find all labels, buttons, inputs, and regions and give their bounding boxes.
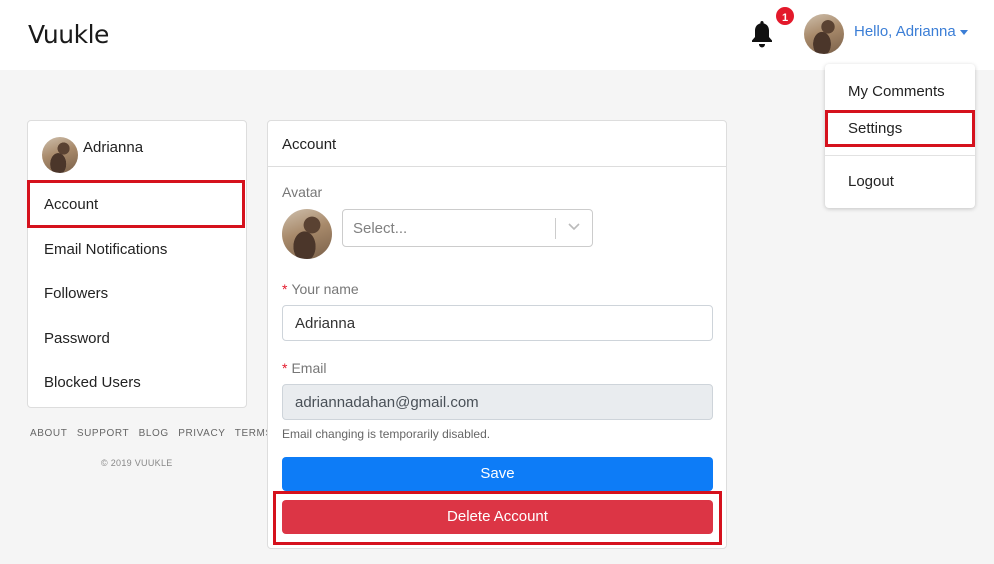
user-menu-toggle[interactable]: Hello, Adrianna <box>854 23 968 40</box>
avatar-preview <box>282 209 332 259</box>
footer-link-privacy[interactable]: PRIVACY <box>178 428 225 439</box>
menu-item-logout[interactable]: Logout <box>848 173 894 190</box>
top-navbar: Vuukle 1 Hello, Adrianna <box>0 0 994 70</box>
select-separator <box>555 218 556 239</box>
name-label-text: Your name <box>291 281 359 297</box>
avatar-select[interactable]: Select... <box>342 209 593 247</box>
avatar-select-placeholder: Select... <box>353 220 408 237</box>
footer-link-blog[interactable]: BLOG <box>139 428 169 439</box>
settings-highlight-box <box>825 110 975 147</box>
delete-account-highlight-box <box>273 491 722 545</box>
notification-count-badge[interactable]: 1 <box>774 5 796 27</box>
email-label: * Email <box>282 360 326 376</box>
footer-links: ABOUT SUPPORT BLOG PRIVACY TERMS <box>30 428 279 439</box>
required-marker: * <box>282 360 288 376</box>
menu-divider <box>825 155 975 156</box>
email-help-text: Email changing is temporarily disabled. <box>282 427 491 441</box>
sidebar-user-avatar <box>42 137 78 173</box>
account-highlight-box <box>27 180 245 228</box>
copyright-text: © 2019 VUUKLE <box>101 458 173 468</box>
sidebar-item-followers[interactable]: Followers <box>44 285 108 302</box>
name-label: * Your name <box>282 281 359 297</box>
sidebar-item-password[interactable]: Password <box>44 330 110 347</box>
panel-title: Account <box>282 136 337 153</box>
email-label-text: Email <box>291 360 327 376</box>
sidebar-user-name: Adrianna <box>83 139 144 156</box>
footer-link-support[interactable]: SUPPORT <box>77 428 129 439</box>
bell-icon[interactable] <box>750 19 774 49</box>
save-button[interactable]: Save <box>282 457 713 491</box>
avatar-label: Avatar <box>282 184 323 200</box>
account-panel: Account Avatar Select... *Your name *Ema… <box>267 120 727 549</box>
caret-down-icon <box>959 29 968 35</box>
vuukle-logo[interactable]: Vuukle <box>28 20 109 49</box>
settings-sidebar: Adrianna Account Email Notifications Fol… <box>27 120 247 408</box>
sidebar-item-blocked-users[interactable]: Blocked Users <box>44 374 141 391</box>
name-input[interactable] <box>282 305 713 341</box>
panel-header: Account <box>268 121 726 167</box>
greeting-text: Hello, Adrianna <box>854 23 956 40</box>
footer-link-about[interactable]: ABOUT <box>30 428 67 439</box>
email-input <box>282 384 713 420</box>
user-avatar[interactable] <box>804 14 844 54</box>
chevron-down-icon[interactable] <box>567 219 581 233</box>
required-marker: * <box>282 281 288 297</box>
menu-item-my-comments[interactable]: My Comments <box>848 83 945 100</box>
sidebar-item-email-notifications[interactable]: Email Notifications <box>44 241 167 258</box>
